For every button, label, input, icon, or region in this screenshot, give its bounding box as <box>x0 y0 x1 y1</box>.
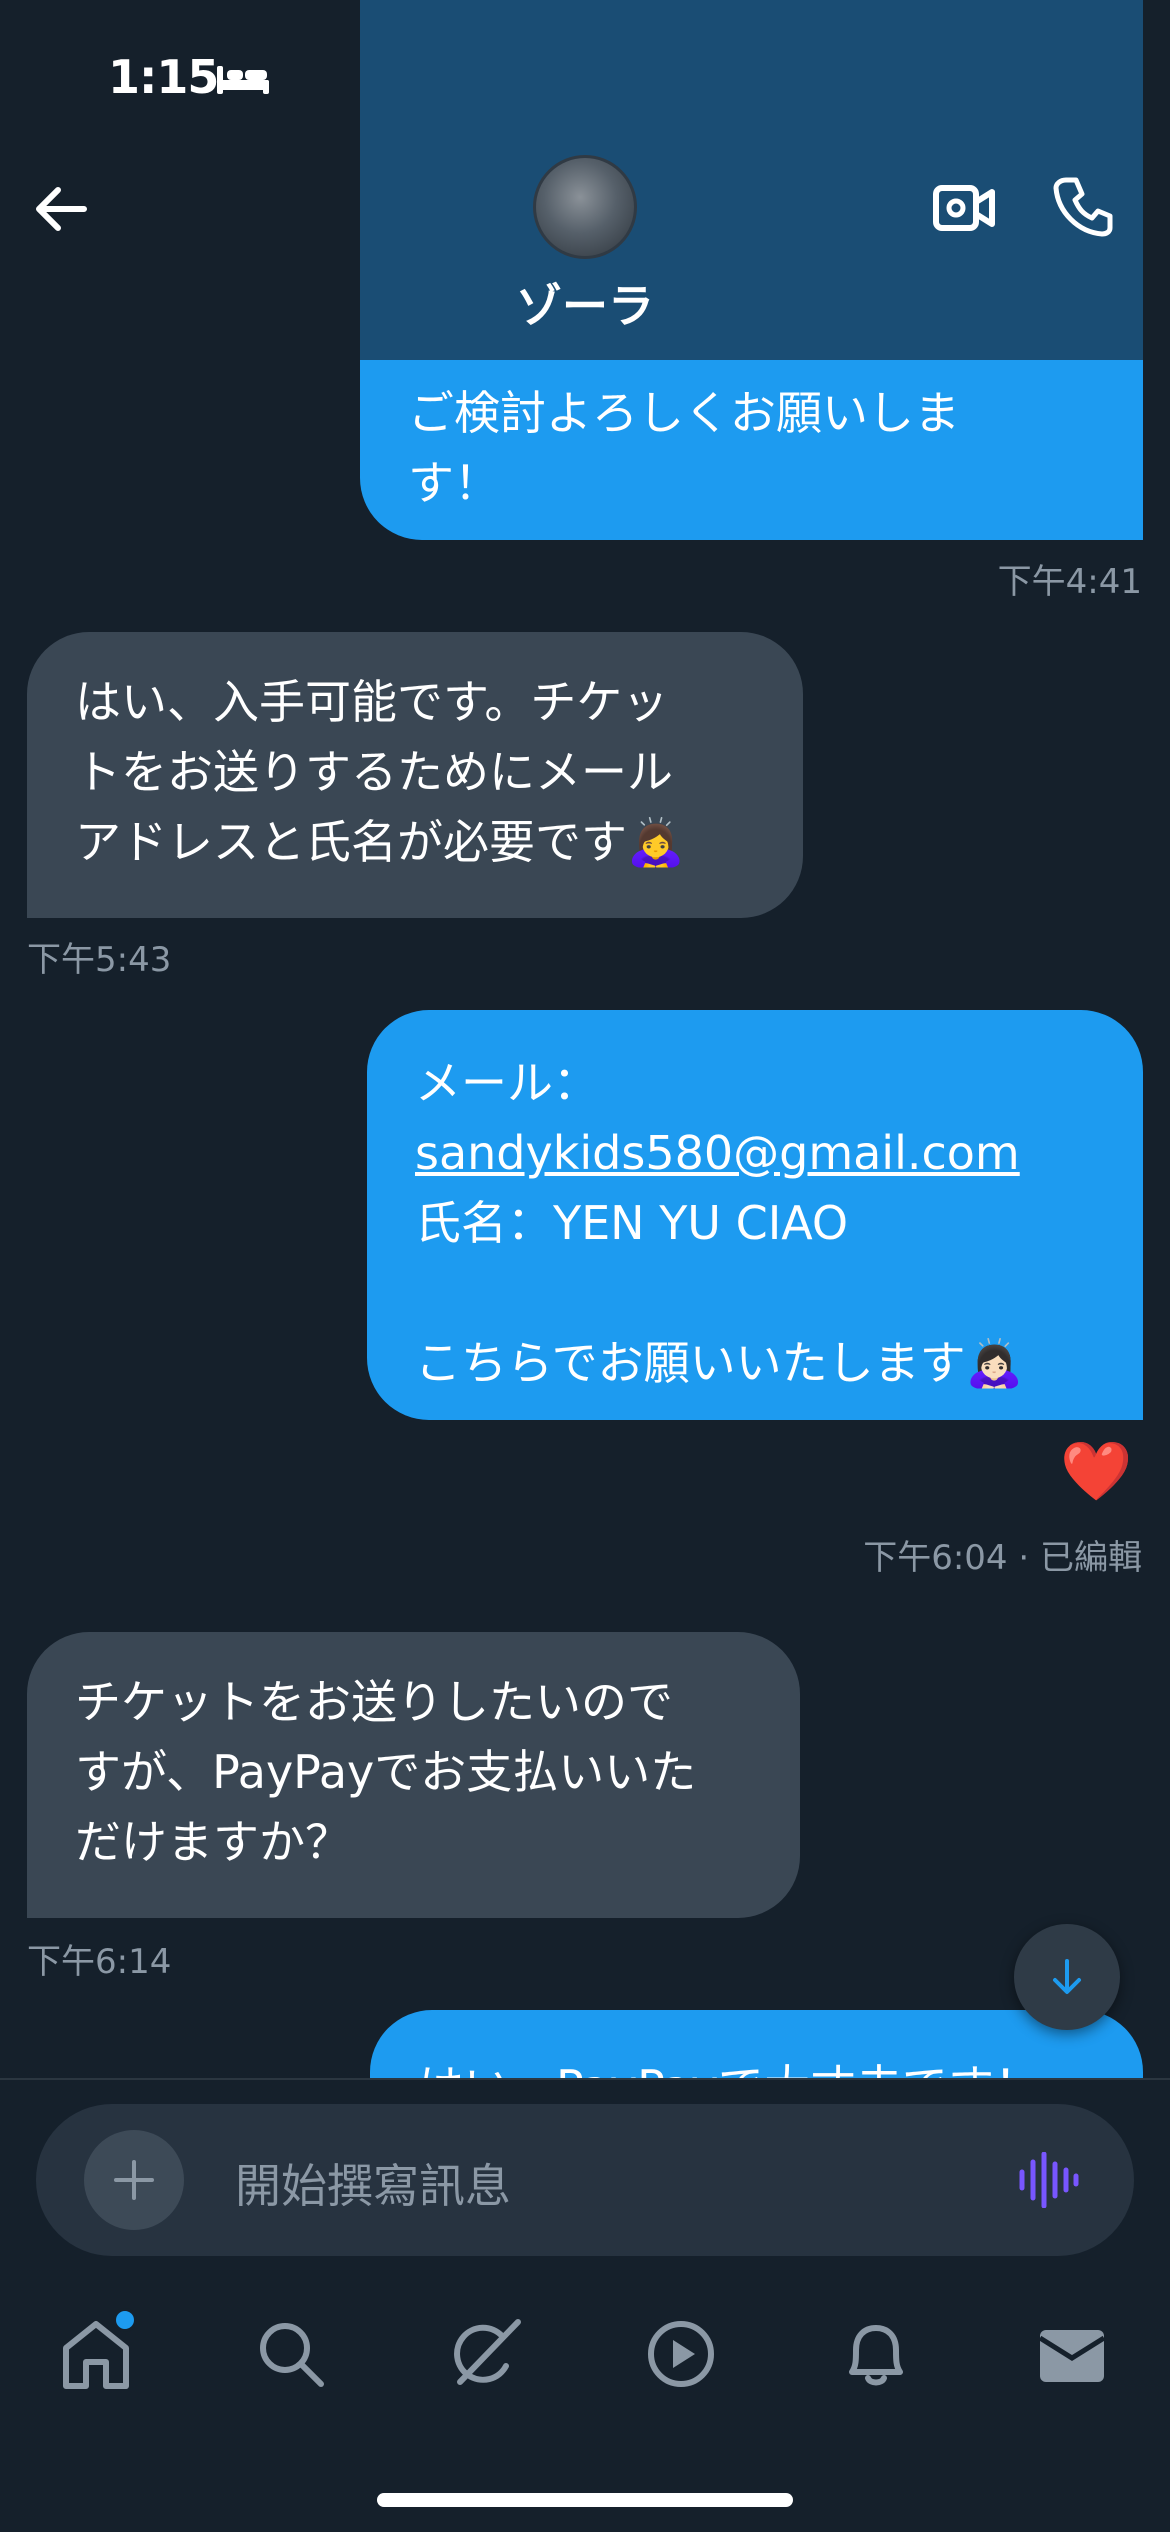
plus-icon <box>114 2160 154 2200</box>
status-time: 1:15 <box>108 50 219 104</box>
grok-icon[interactable] <box>448 2316 524 2392</box>
message-line: トをお送りするためにメール <box>75 745 673 799</box>
message-timestamp: 下午6:04 · 已編輯 <box>863 1538 1142 1578</box>
scroll-to-bottom-button[interactable] <box>1014 1924 1120 2030</box>
home-indicator[interactable] <box>377 2493 793 2507</box>
message-input[interactable] <box>36 2104 1134 2256</box>
message-line: はい、入手可能です。チケッ <box>75 675 669 729</box>
phone-call-icon[interactable] <box>1052 174 1116 238</box>
search-icon[interactable] <box>253 2316 329 2392</box>
message-line: だけますか？ <box>75 1815 351 1869</box>
contact-name[interactable]: ゾーラ <box>385 270 785 336</box>
notifications-icon[interactable] <box>838 2316 914 2392</box>
add-attachment-button[interactable] <box>84 2130 184 2230</box>
messages-icon[interactable] <box>1034 2316 1110 2392</box>
back-arrow-icon[interactable] <box>30 178 92 240</box>
message-input-placeholder[interactable]: 開始撰寫訊息 <box>235 2150 511 2216</box>
message-line: メール： <box>415 1056 599 1110</box>
email-link[interactable]: sandykids580@gmail.com <box>415 1118 1095 1188</box>
contact-avatar[interactable] <box>533 155 637 259</box>
message-line <box>415 1258 1095 1328</box>
message-timestamp: 下午5:43 <box>27 940 172 980</box>
home-notification-dot <box>113 2308 137 2332</box>
message-timestamp: 下午6:14 <box>27 1942 172 1982</box>
message-bubble-sent[interactable]: メール： sandykids580@gmail.com 氏名：YEN YU CI… <box>367 1010 1143 1420</box>
voice-message-icon[interactable] <box>1016 2152 1080 2208</box>
message-line: すが、PayPayでお支払いいた <box>75 1745 697 1799</box>
video-icon[interactable] <box>643 2316 719 2392</box>
message-line: アドレスと氏名が必要です🙇‍♀️ <box>75 815 685 869</box>
message-bubble-sent[interactable]: ご検討よろしくお願いしま す！ <box>360 360 1143 540</box>
video-call-icon[interactable] <box>932 178 996 238</box>
heart-reaction[interactable]: ❤️ <box>1060 1440 1132 1502</box>
sleep-focus-icon <box>217 66 269 94</box>
message-timestamp: 下午4:41 <box>997 562 1142 602</box>
message-line: 氏名：YEN YU CIAO <box>415 1196 849 1250</box>
message-line: す！ <box>408 456 500 510</box>
arrow-down-icon <box>1053 1959 1081 1994</box>
message-bubble-received[interactable]: チケットをお送りしたいので すが、PayPayでお支払いいた だけますか？ <box>27 1632 800 1918</box>
message-line: こちらでお願いいたします🙇🏻‍♀️ <box>415 1336 1023 1390</box>
message-line: チケットをお送りしたいので <box>75 1675 673 1729</box>
message-bubble-received[interactable]: はい、入手可能です。チケッ トをお送りするためにメール アドレスと氏名が必要です… <box>27 632 803 918</box>
message-line: ご検討よろしくお願いしま <box>408 386 960 440</box>
